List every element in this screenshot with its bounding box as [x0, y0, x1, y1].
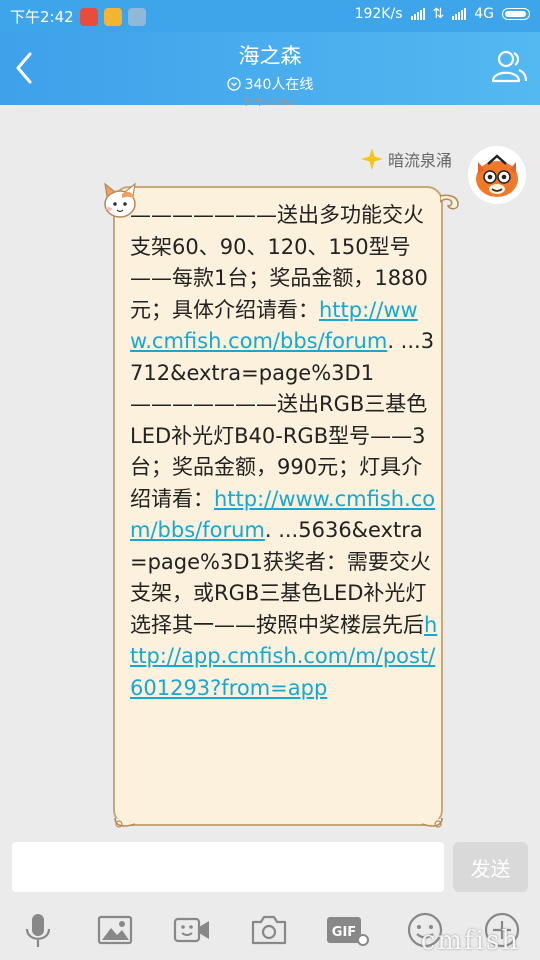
title-bar: 海之森 340人在线 — [0, 32, 540, 105]
message-timestamp: 下午2:42 — [240, 98, 296, 106]
sender-name: 暗流泉涌 — [387, 151, 452, 170]
message-text: ———————送出多功能交火支架60、90、120、150型号——每款1台；奖品… — [130, 200, 438, 704]
svg-text:GIF: GIF — [332, 925, 356, 940]
status-left: 下午2:42 — [10, 6, 146, 27]
app-notification-icon — [79, 7, 98, 26]
camera-icon[interactable] — [249, 910, 289, 950]
microphone-icon[interactable] — [18, 910, 58, 950]
video-icon[interactable] — [172, 910, 212, 950]
bubble-tail-icon — [440, 194, 459, 210]
scroll-curl-icon — [421, 817, 443, 828]
battery-icon — [502, 8, 530, 20]
status-right: 192K/s ⇅ 4G — [355, 6, 530, 22]
status-bar: 下午2:42 192K/s ⇅ 4G — [0, 0, 540, 32]
data-transfer-icon: ⇅ — [432, 6, 445, 22]
avatar[interactable] — [468, 146, 526, 204]
watermark: cmfish — [420, 926, 520, 956]
sender-label: 暗流泉涌 — [360, 147, 452, 171]
send-button[interactable]: 发送 — [453, 842, 528, 892]
app-notification-icon — [103, 7, 122, 26]
gif-icon[interactable]: GIF — [325, 910, 369, 950]
sparkle-icon — [360, 148, 383, 170]
network-type: 4G — [474, 6, 494, 22]
input-toolbar: GIF cmfish — [0, 900, 540, 960]
online-count: 340人在线 — [244, 77, 314, 93]
online-status: 340人在线 — [0, 74, 540, 94]
signal-icon — [410, 8, 425, 20]
chat-title: 海之森 — [238, 44, 302, 68]
message-notification-icon — [127, 7, 146, 26]
signal-icon — [452, 8, 467, 20]
tiger-avatar-icon — [468, 146, 526, 204]
group-members-icon[interactable] — [488, 46, 528, 86]
message-input[interactable] — [12, 842, 444, 892]
image-icon[interactable] — [95, 910, 135, 950]
net-speed: 192K/s — [354, 6, 403, 22]
scroll-curl-icon — [114, 817, 136, 828]
clock: 下午2:42 — [10, 8, 74, 26]
chevron-circle-icon — [226, 77, 241, 91]
composer: 发送 — [0, 836, 540, 898]
message-text-segment: . ...3712&extra=page%3D1———————送出RGB三基色L… — [130, 329, 435, 511]
